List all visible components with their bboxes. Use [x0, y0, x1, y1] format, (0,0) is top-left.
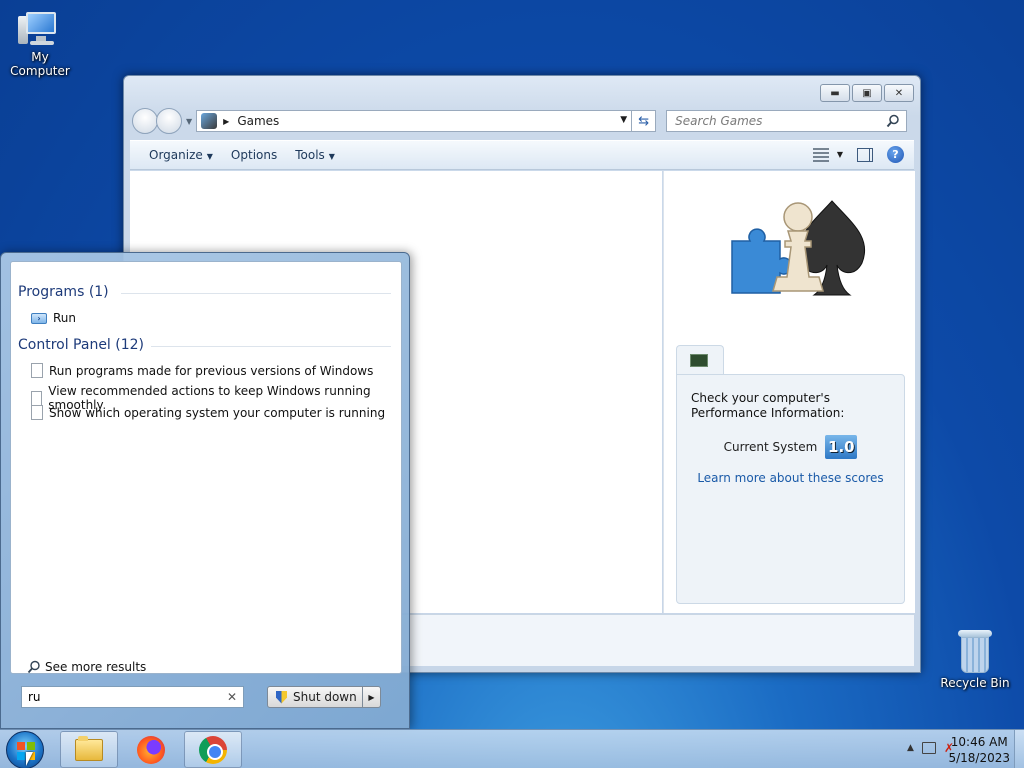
taskbar: ▲ ✗ 10:46 AM 5/18/2023 [0, 729, 1024, 768]
options-label: Options [230, 148, 278, 162]
close-icon: ✕ [894, 87, 904, 99]
clear-search-icon[interactable]: ✕ [227, 690, 237, 704]
file-explorer-icon [75, 735, 103, 761]
address-bar[interactable]: ▶ Games ▼ [196, 110, 633, 132]
chrome-icon [199, 735, 227, 764]
recent-pages-dropdown[interactable]: ▼ [186, 117, 192, 126]
programs-divider [121, 293, 391, 294]
start-menu-results: Programs (1) › Run Control Panel (12) Ru… [10, 261, 402, 674]
result-control-panel-item[interactable]: Show which operating system your compute… [31, 405, 385, 420]
chevron-down-icon: ▼ [328, 152, 335, 161]
control-panel-heading[interactable]: Control Panel (12) [18, 337, 144, 353]
shield-icon [276, 690, 287, 704]
desktop-icon-label: Recycle Bin [940, 676, 1010, 690]
document-icon [31, 405, 43, 420]
chevron-right-icon: ▶ [368, 692, 375, 702]
close-button[interactable]: ✕ [884, 84, 914, 102]
clock-date: 5/18/2023 [948, 751, 1010, 765]
minimize-icon: ▬ [830, 87, 840, 99]
search-box[interactable] [666, 110, 908, 132]
desktop-icon-recycle-bin[interactable]: Recycle Bin [935, 630, 1015, 690]
mouse-cursor-icon [26, 752, 33, 766]
minimize-button[interactable]: ▬ [820, 84, 850, 102]
tools-label: Tools [295, 148, 325, 162]
desktop-icon-label: My Computer [10, 50, 70, 78]
preview-pane: Check your computer's Performance Inform… [663, 171, 915, 613]
shutdown-label: Shut down [293, 690, 357, 704]
start-search-input[interactable] [28, 690, 218, 704]
clock-time: 10:46 AM [950, 735, 1008, 749]
start-menu: Programs (1) › Run Control Panel (12) Ru… [0, 252, 410, 729]
chevron-down-icon: ▼ [206, 152, 213, 161]
control-panel-divider [151, 346, 391, 347]
recycle-bin-icon [958, 630, 992, 674]
tools-menu[interactable]: Tools ▼ [286, 144, 344, 166]
back-button[interactable] [132, 108, 158, 134]
current-system-row: Current System 1.0 [691, 435, 890, 459]
document-icon [31, 363, 43, 378]
shutdown-group: Shut down ▶ [267, 686, 381, 708]
start-button[interactable] [6, 731, 44, 768]
system-tray: ▲ ✗ [907, 741, 954, 755]
result-control-panel-item[interactable]: Run programs made for previous versions … [31, 363, 373, 378]
organize-label: Organize [149, 148, 203, 162]
toolbar-right-group: ▼ ? [812, 146, 904, 163]
refresh-button[interactable]: ⇆ [632, 110, 657, 132]
help-icon[interactable]: ? [887, 146, 904, 163]
maximize-button[interactable]: ▣ [852, 84, 882, 102]
result-label: Run programs made for previous versions … [49, 363, 374, 378]
shutdown-button[interactable]: Shut down [267, 686, 363, 708]
see-more-label: See more results [45, 660, 147, 674]
views-icon [812, 147, 829, 162]
forward-button[interactable] [156, 108, 182, 134]
search-icon[interactable] [886, 114, 900, 128]
performance-description: Check your computer's Performance Inform… [691, 391, 845, 420]
document-icon [31, 390, 43, 406]
command-bar: Organize ▼ Options Tools ▼ ▼ ? [130, 140, 914, 170]
taskbar-explorer-button[interactable] [60, 731, 118, 768]
maximize-icon: ▣ [862, 87, 872, 99]
result-run[interactable]: › Run [31, 311, 76, 325]
taskbar-firefox-button[interactable] [122, 731, 180, 768]
games-logo-icon [731, 200, 866, 296]
performance-chip-icon [690, 354, 708, 367]
see-more-results-link[interactable]: See more results [27, 660, 146, 674]
desktop-icon-my-computer[interactable]: My Computer [0, 10, 80, 78]
preview-pane-toggle[interactable] [857, 147, 873, 162]
show-hidden-icons-button[interactable]: ▲ [907, 743, 914, 753]
computer-icon [18, 10, 62, 48]
start-search-box[interactable]: ✕ [21, 686, 244, 708]
options-button[interactable]: Options [222, 144, 286, 166]
change-view-button[interactable]: ▼ [812, 147, 843, 162]
refresh-icon: ⇆ [638, 113, 650, 129]
run-icon: › [31, 312, 47, 324]
address-row: ▼ ▶ Games ▼ ⇆ [132, 108, 912, 134]
performance-tab[interactable] [676, 345, 724, 375]
show-desktop-button[interactable] [1014, 730, 1024, 768]
chevron-down-icon: ▼ [836, 150, 843, 159]
shutdown-options-button[interactable]: ▶ [363, 686, 381, 708]
breadcrumb-games[interactable]: Games [237, 114, 279, 128]
programs-heading[interactable]: Programs (1) [18, 284, 109, 300]
learn-more-scores-link[interactable]: Learn more about these scores [691, 471, 890, 485]
address-dropdown-icon[interactable]: ▼ [620, 115, 627, 125]
window-controls: ▬ ▣ ✕ [820, 84, 914, 102]
search-input[interactable] [675, 114, 876, 128]
firefox-icon [137, 735, 165, 764]
performance-info-panel: Check your computer's Performance Inform… [676, 374, 905, 604]
breadcrumb-chevron-icon[interactable]: ▶ [223, 117, 229, 126]
games-folder-icon [201, 113, 218, 129]
taskbar-chrome-button[interactable] [184, 731, 242, 768]
result-label: Show which operating system your compute… [49, 405, 386, 420]
result-label: Run [53, 311, 77, 325]
network-icon[interactable] [921, 742, 936, 754]
current-system-label: Current System [723, 440, 818, 454]
search-icon [27, 660, 40, 674]
organize-menu[interactable]: Organize ▼ [140, 144, 222, 166]
taskbar-clock[interactable]: 10:46 AM 5/18/2023 [948, 734, 1010, 766]
performance-score-badge: 1.0 [825, 435, 858, 459]
